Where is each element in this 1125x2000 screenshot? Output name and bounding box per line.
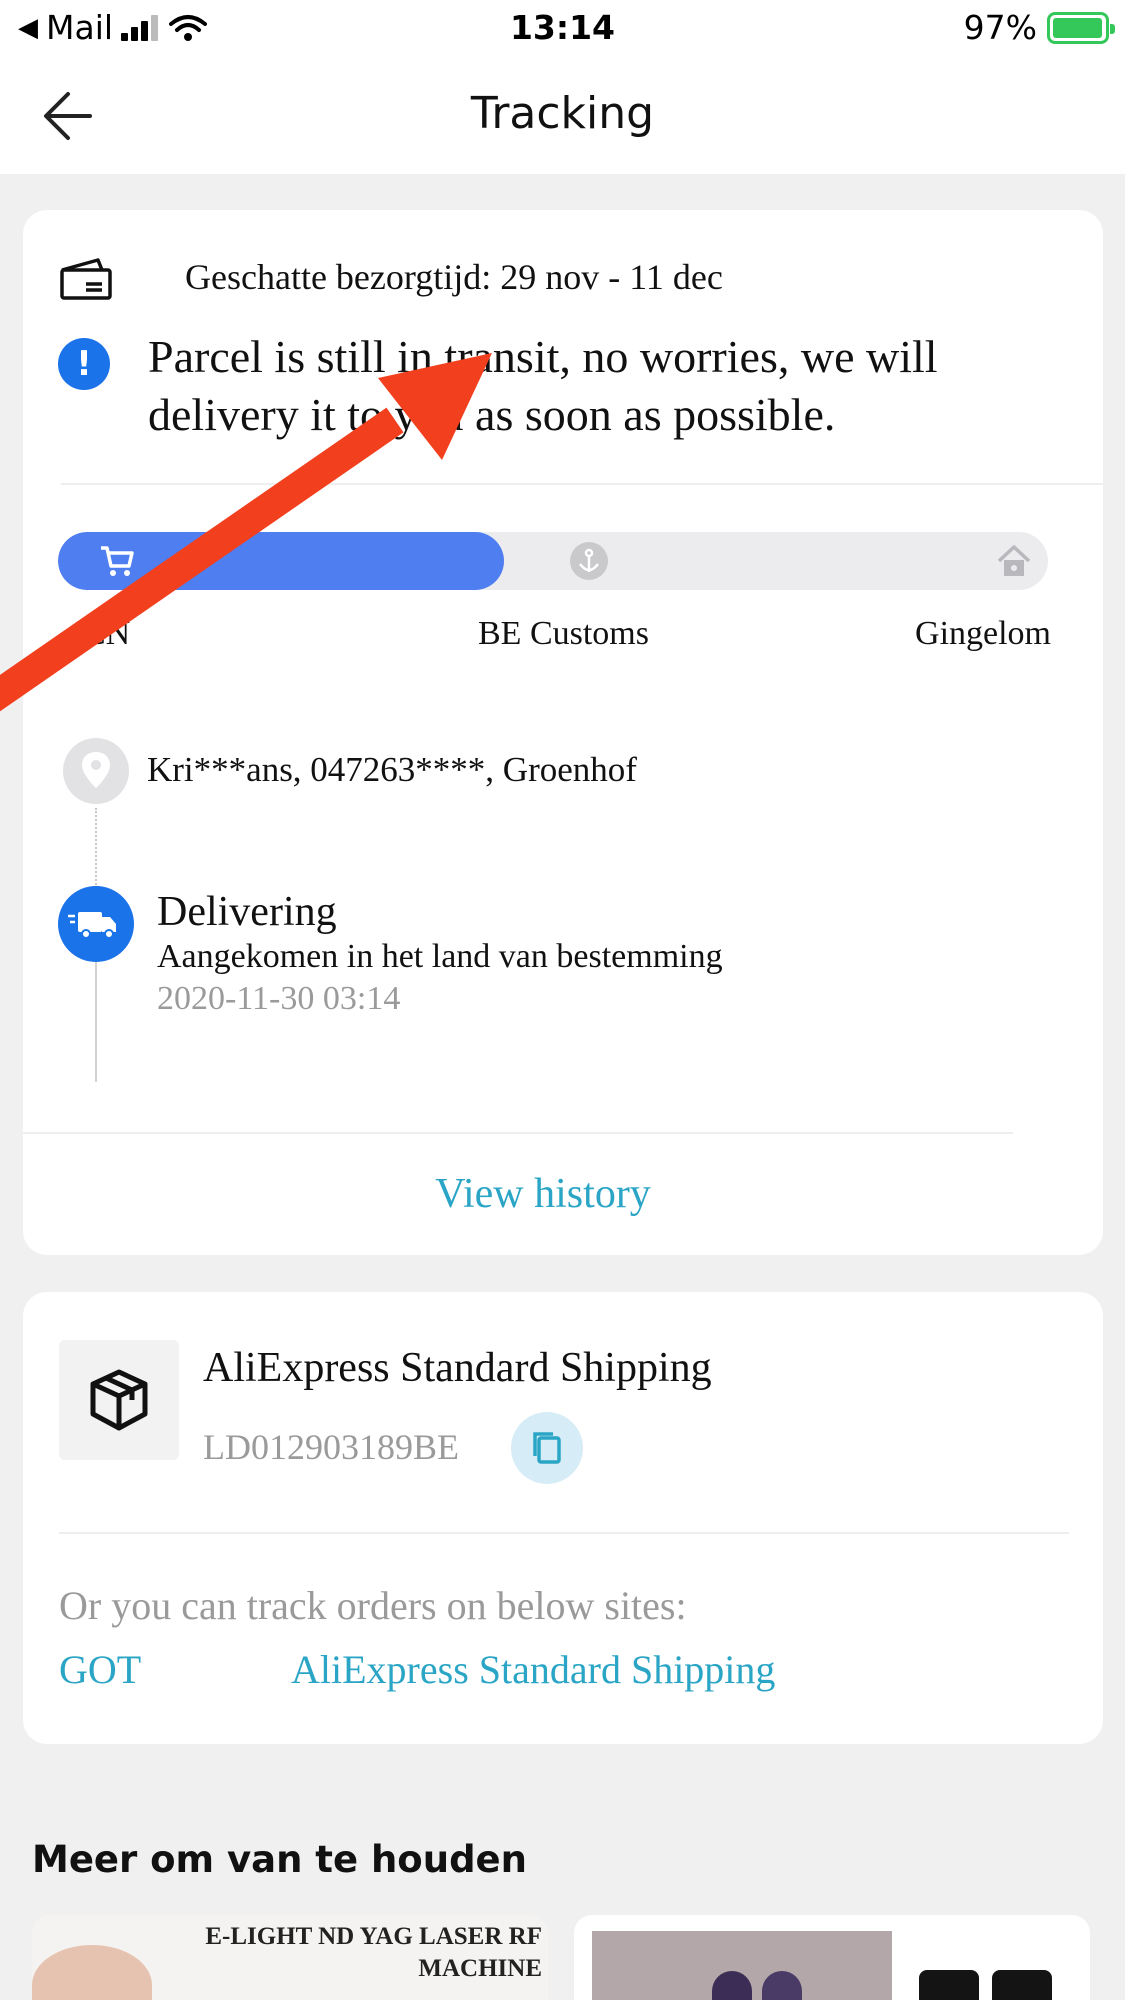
divider bbox=[23, 1132, 1013, 1134]
copy-icon[interactable] bbox=[511, 1412, 583, 1484]
product-image bbox=[32, 1945, 152, 2000]
location-pin-icon bbox=[63, 738, 129, 804]
shipping-card: AliExpress Standard Shipping LD012903189… bbox=[23, 1292, 1103, 1744]
tracking-card: Geschatte bezorgtijd: 29 nov - 11 dec ! … bbox=[23, 210, 1103, 1255]
status-time: 13:14 bbox=[509, 8, 616, 47]
alt-link-got[interactable]: GOT bbox=[59, 1646, 141, 1693]
timeline-line bbox=[95, 962, 97, 1082]
product-card[interactable] bbox=[574, 1915, 1090, 2000]
polish-bottle bbox=[919, 1970, 979, 2000]
divider bbox=[61, 483, 1103, 485]
event-description: Aangekomen in het land van bestemming bbox=[157, 938, 723, 975]
recommendations-title: Meer om van te houden bbox=[32, 1838, 527, 1881]
event-time: 2020-11-30 03:14 bbox=[157, 980, 401, 1017]
divider bbox=[59, 1532, 1069, 1534]
package-icon bbox=[59, 1340, 179, 1460]
progress-bar bbox=[58, 532, 1048, 590]
product-card[interactable]: E-LIGHT ND YAG LASER RF MACHINE bbox=[32, 1915, 548, 2000]
exclamation-icon: ! bbox=[58, 338, 110, 390]
product-image bbox=[592, 1931, 892, 2000]
event-status: Delivering bbox=[157, 889, 337, 935]
anchor-icon bbox=[570, 542, 608, 580]
cart-icon bbox=[101, 546, 134, 576]
delivery-box-icon bbox=[60, 258, 112, 300]
stage-destination: Gingelom bbox=[915, 615, 1051, 652]
tracking-number: LD012903189BE bbox=[203, 1427, 459, 1467]
view-history-link[interactable]: View history bbox=[23, 1170, 1063, 1218]
stage-origin: CN bbox=[83, 615, 131, 652]
status-bar: ◀ Mail 13:14 97% bbox=[0, 0, 1125, 58]
delivery-address: Kri***ans, 047263****, Groenhof bbox=[147, 750, 637, 789]
alt-link-aliexpress[interactable]: AliExpress Standard Shipping bbox=[291, 1646, 775, 1693]
top-bar: Tracking bbox=[0, 58, 1125, 174]
transit-notice: Parcel is still in transit, no worries, … bbox=[148, 331, 938, 440]
polish-bottle bbox=[992, 1970, 1052, 2000]
timeline-connector bbox=[95, 808, 97, 896]
shipping-method: AliExpress Standard Shipping bbox=[203, 1345, 712, 1391]
page-title: Tracking bbox=[470, 88, 655, 139]
truck-icon bbox=[58, 886, 134, 962]
battery-icon bbox=[1047, 11, 1115, 44]
battery-percent: 97% bbox=[963, 8, 1037, 47]
home-icon bbox=[997, 545, 1031, 576]
product-image-text: E-LIGHT ND YAG LASER RF MACHINE bbox=[205, 1923, 542, 1982]
estimated-delivery: Geschatte bezorgtijd: 29 nov - 11 dec bbox=[185, 257, 723, 297]
stage-customs: BE Customs bbox=[478, 615, 649, 652]
status-right: 97% bbox=[963, 8, 1115, 47]
alt-tracking-text: Or you can track orders on below sites: bbox=[59, 1583, 687, 1628]
